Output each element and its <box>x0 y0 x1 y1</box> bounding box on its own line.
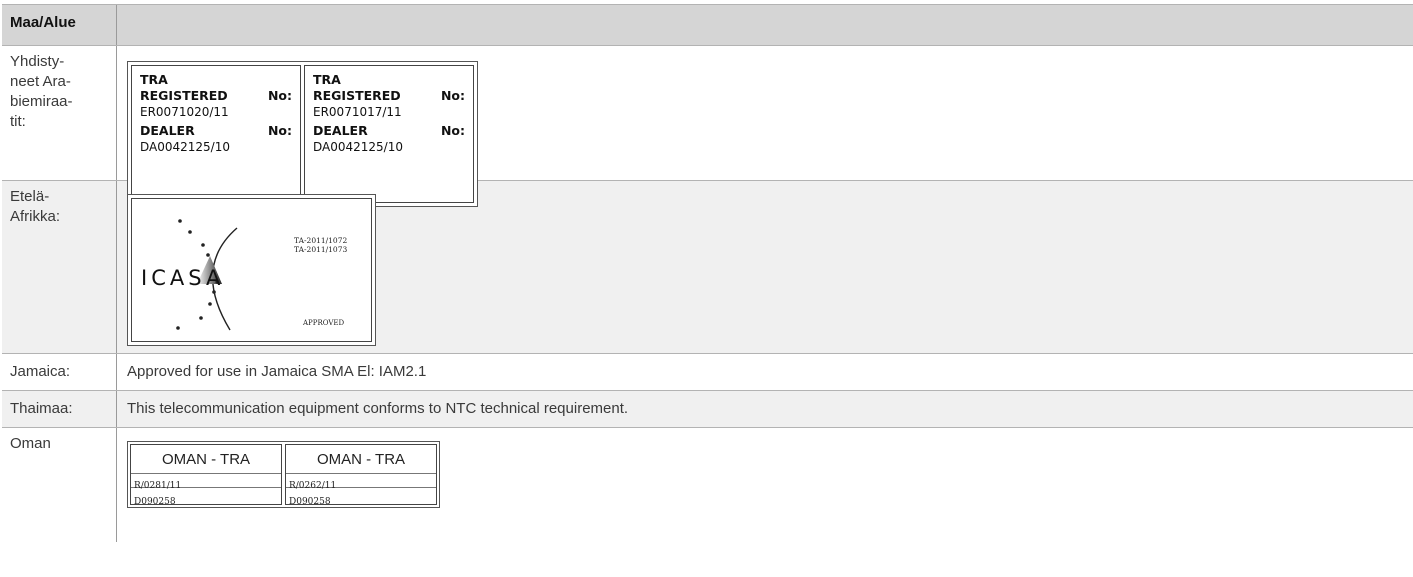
icasa-number-1: TA-2011/1072 <box>294 236 348 245</box>
country-thailand: Thaimaa: <box>2 391 117 427</box>
icasa-approved: APPROVED <box>303 319 345 327</box>
country-jamaica: Jamaica: <box>2 354 117 390</box>
icasa-logo-text: ICASA <box>141 266 225 290</box>
tra-title: TRA <box>140 72 168 87</box>
icasa-label: ICASA TA-2011/1072 TA-2011/1073 APPROVED <box>127 194 376 346</box>
no-label: No: <box>440 88 465 103</box>
dealer-number: DA0042125/10 <box>140 140 230 154</box>
thailand-text: This telecommunication equipment conform… <box>127 400 629 417</box>
table-row-south-africa: Etelä- Afrikka: ICASA TA-2011/1072 TA-20… <box>2 180 1413 353</box>
oman-label-2: OMAN - TRA R/0262/11 D090258 <box>285 444 437 507</box>
table-row-oman: Oman OMAN - TRA R/0281/11 D090258 OMAN -… <box>2 427 1413 542</box>
table-header-row: Maa/Alue <box>2 4 1413 45</box>
oman-reg-number: R/0281/11 <box>131 474 281 491</box>
header-country-cell: Maa/Alue <box>2 5 117 45</box>
no-label: No: <box>267 123 292 138</box>
header-empty-cell <box>117 5 1413 45</box>
icasa-numbers: TA-2011/1072 TA-2011/1073 <box>294 236 347 254</box>
table-row-uae: Yhdisty- neet Ara- biemiraa- tit: TRA RE… <box>2 45 1413 207</box>
country-oman: Oman <box>2 428 117 542</box>
tra-title: TRA <box>313 72 341 87</box>
oman-label-group: OMAN - TRA R/0281/11 D090258 OMAN - TRA … <box>127 441 440 508</box>
oman-label-1: OMAN - TRA R/0281/11 D090258 <box>130 444 282 507</box>
icasa-cell: ICASA TA-2011/1072 TA-2011/1073 APPROVED <box>117 181 1413 353</box>
dealer-number: DA0042125/10 <box>313 140 403 154</box>
dealer-label: DEALER <box>313 123 368 138</box>
jamaica-text: Approved for use in Jamaica SMA El: IAM2… <box>127 363 427 380</box>
oman-reg-number: R/0262/11 <box>286 474 436 491</box>
uae-labels-cell: TRA REGISTERED No: ER0071020/11 DEALER No:… <box>117 46 1413 207</box>
dealer-label: DEALER <box>140 123 195 138</box>
registration-number: ER0071020/11 <box>140 105 229 119</box>
approval-table: Maa/Alue Yhdisty- neet Ara- biemiraa- ti… <box>2 4 1413 542</box>
table-row-thailand: Thaimaa: This telecommunication equipmen… <box>2 390 1413 427</box>
icasa-box: ICASA TA-2011/1072 TA-2011/1073 APPROVED <box>131 198 372 342</box>
registered-label: REGISTERED <box>313 88 401 103</box>
table-row-jamaica: Jamaica: Approved for use in Jamaica SMA… <box>2 353 1413 390</box>
no-label: No: <box>440 123 465 138</box>
oman-title: OMAN - TRA <box>131 445 281 474</box>
registration-number: ER0071017/11 <box>313 105 402 119</box>
oman-labels-cell: OMAN - TRA R/0281/11 D090258 OMAN - TRA … <box>117 428 1413 542</box>
registered-label: REGISTERED <box>140 88 228 103</box>
country-uae: Yhdisty- neet Ara- biemiraa- tit: <box>2 46 117 180</box>
country-south-africa: Etelä- Afrikka: <box>2 181 117 353</box>
icasa-number-2: TA-2011/1073 <box>294 245 348 254</box>
no-label: No: <box>267 88 292 103</box>
oman-title: OMAN - TRA <box>286 445 436 474</box>
